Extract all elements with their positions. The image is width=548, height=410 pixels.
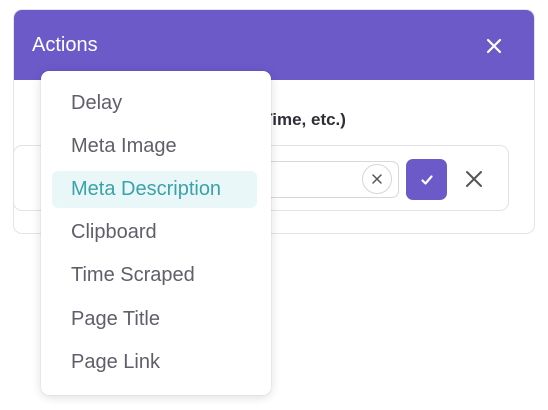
- menu-item-page-title[interactable]: Page Title: [52, 301, 257, 338]
- clear-selection-button[interactable]: [362, 164, 392, 194]
- confirm-button[interactable]: [406, 159, 447, 200]
- close-icon: [372, 174, 382, 184]
- menu-item-meta-description[interactable]: Meta Description: [52, 171, 257, 208]
- menu-item-clipboard[interactable]: Clipboard: [52, 214, 257, 251]
- cancel-button[interactable]: [462, 167, 486, 191]
- panel-title: Actions: [32, 34, 98, 56]
- action-dropdown-menu: Delay Meta Image Meta Description Clipbo…: [41, 71, 271, 395]
- close-panel-button[interactable]: [483, 35, 505, 57]
- menu-item-meta-image[interactable]: Meta Image: [52, 128, 257, 165]
- panel-header: Actions: [14, 10, 534, 80]
- menu-item-time-scraped[interactable]: Time Scraped: [52, 257, 257, 294]
- menu-item-delay[interactable]: Delay: [52, 85, 257, 122]
- check-icon: [420, 174, 433, 185]
- menu-item-page-link[interactable]: Page Link: [52, 344, 257, 381]
- close-icon: [466, 171, 482, 187]
- close-icon: [486, 38, 502, 54]
